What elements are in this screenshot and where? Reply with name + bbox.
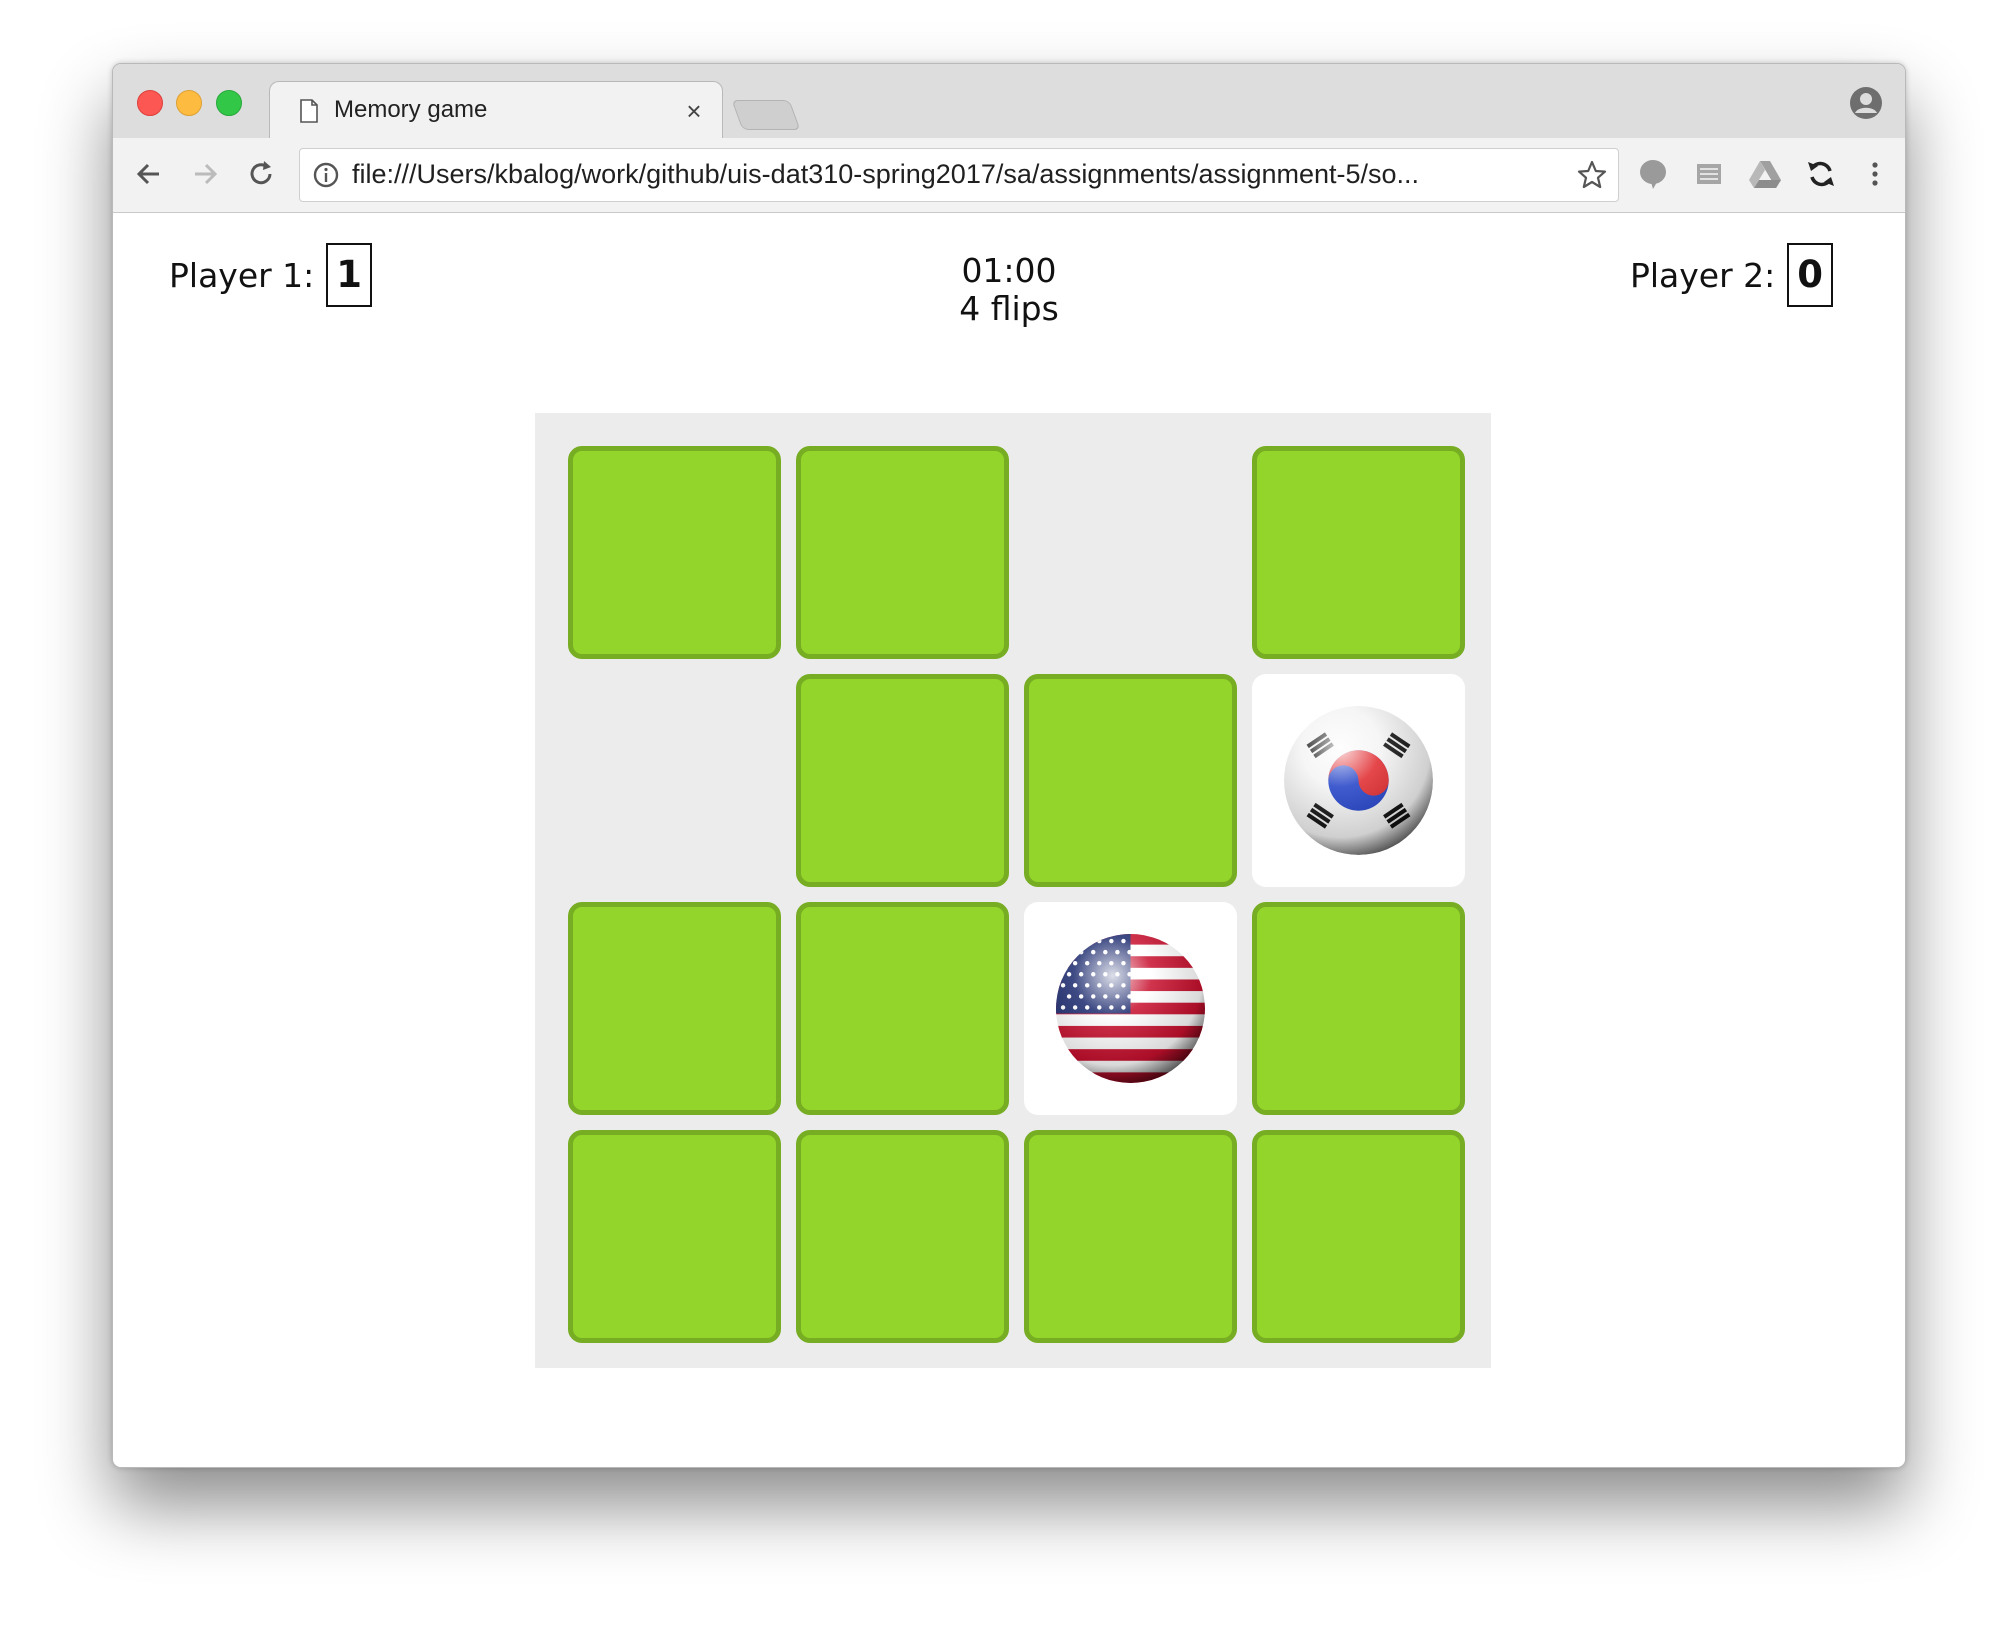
sync-extension-icon[interactable] — [1803, 156, 1839, 192]
card-slot-empty — [1024, 446, 1237, 659]
card-face-down[interactable] — [796, 674, 1009, 887]
player-2-score: Player 2: 0 — [1630, 243, 1833, 307]
card-face-down[interactable] — [568, 1130, 781, 1343]
address-bar[interactable]: file:///Users/kbalog/work/github/uis-dat… — [299, 148, 1619, 202]
document-icon — [300, 99, 318, 123]
chat-extension-icon[interactable] — [1635, 156, 1671, 192]
player-2-label: Player 2: — [1629, 255, 1776, 295]
minimize-window-button[interactable] — [176, 90, 202, 116]
page-content: Player 1: 1 01:00 4 flips Player 2: 0 — [113, 213, 1905, 1467]
url-text: file:///Users/kbalog/work/github/uis-dat… — [352, 159, 1420, 189]
browser-toolbar: file:///Users/kbalog/work/github/uis-dat… — [113, 138, 1905, 213]
maximize-window-button[interactable] — [216, 90, 242, 116]
card-face-down[interactable] — [796, 902, 1009, 1115]
card-face-up — [1252, 674, 1465, 887]
close-window-button[interactable] — [137, 90, 163, 116]
browser-window: Memory game × file:///Users/kbalog/work/… — [112, 63, 1906, 1468]
drive-extension-icon[interactable] — [1747, 156, 1783, 192]
forward-icon[interactable] — [187, 156, 223, 192]
browser-tab[interactable]: Memory game × — [269, 81, 723, 140]
card-slot-empty — [568, 674, 781, 887]
card-face-down[interactable] — [568, 902, 781, 1115]
card-face-down[interactable] — [796, 1130, 1009, 1343]
card-face-down[interactable] — [796, 446, 1009, 659]
reload-icon[interactable] — [243, 156, 279, 192]
title-bar: Memory game × — [113, 64, 1905, 140]
card-face-down[interactable] — [1252, 902, 1465, 1115]
card-face-down[interactable] — [1024, 1130, 1237, 1343]
menu-icon[interactable] — [1857, 156, 1893, 192]
korea-flag-icon — [1284, 706, 1433, 855]
bookmark-star-icon[interactable] — [1576, 159, 1608, 191]
game-board — [535, 413, 1491, 1368]
card-face-down[interactable] — [1024, 674, 1237, 887]
card-face-down[interactable] — [1252, 1130, 1465, 1343]
usa-flag-icon — [1056, 934, 1205, 1083]
reader-extension-icon[interactable] — [1691, 156, 1727, 192]
player-2-score-value: 0 — [1787, 243, 1833, 307]
tab-close-icon[interactable]: × — [680, 96, 708, 127]
new-tab-button[interactable] — [731, 100, 801, 130]
back-icon[interactable] — [131, 156, 167, 192]
profile-icon[interactable] — [1849, 86, 1883, 120]
tab-title: Memory game — [334, 96, 488, 123]
card-face-up — [1024, 902, 1237, 1115]
card-face-down[interactable] — [568, 446, 781, 659]
info-icon[interactable] — [312, 161, 340, 189]
card-face-down[interactable] — [1252, 446, 1465, 659]
